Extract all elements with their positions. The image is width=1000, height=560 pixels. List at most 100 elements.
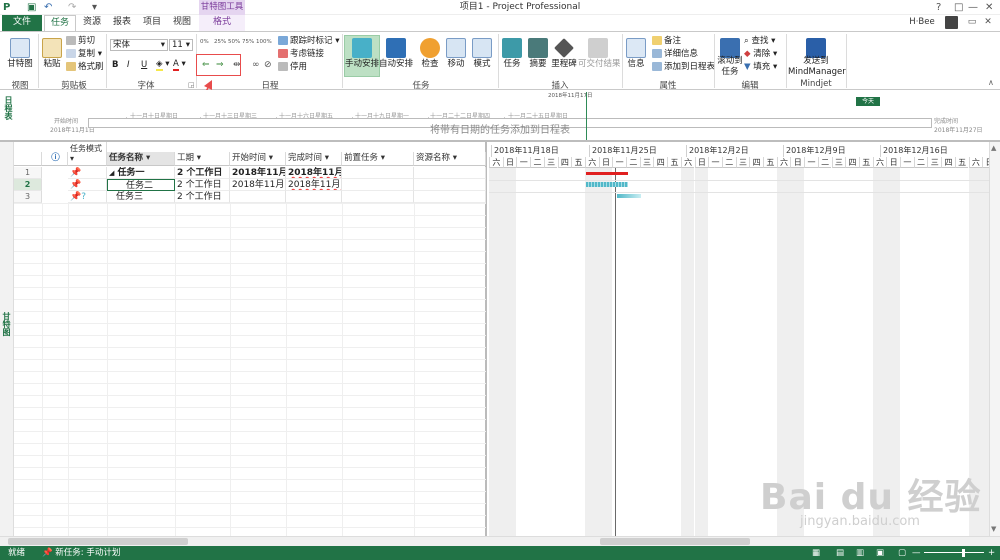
scroll-down-icon[interactable]: ▼: [991, 525, 996, 533]
tab-report[interactable]: 报表: [108, 15, 136, 31]
send-to-mindmanager-button[interactable]: 发送到 MindManager: [788, 56, 846, 78]
information-button[interactable]: 信息: [622, 59, 650, 70]
timeline-pane[interactable]: 日程表 开始时间 2018年11月1日 十一月十日星期日 十一月十三日星期三 十…: [0, 90, 1000, 142]
start-cell[interactable]: 2018年11月2: [230, 179, 286, 191]
scroll-up-icon[interactable]: ▲: [991, 144, 996, 152]
percent-50-button[interactable]: 50%: [228, 39, 240, 45]
percent-0-button[interactable]: 0%: [200, 39, 209, 45]
font-name-select[interactable]: 宋体 ▾: [110, 39, 168, 51]
row-number[interactable]: 2: [14, 179, 42, 191]
info-column-icon[interactable]: ⓘ: [42, 152, 68, 166]
finish-cell[interactable]: 2018年11月2(: [286, 179, 342, 191]
tab-file[interactable]: 文件: [2, 15, 42, 31]
insert-task-button[interactable]: 任务: [498, 59, 526, 70]
inspect-button[interactable]: 检查: [416, 59, 444, 70]
percent-100-button[interactable]: 100%: [256, 39, 272, 45]
team-planner-shortcut-icon[interactable]: ▥: [856, 546, 864, 560]
bold-button[interactable]: B: [112, 60, 118, 71]
percent-75-button[interactable]: 75%: [242, 39, 254, 45]
vertical-scrollbar[interactable]: ▲ ▼: [989, 142, 1000, 536]
cut-button[interactable]: 剪切: [66, 36, 95, 47]
task-bar-estimated[interactable]: [617, 194, 641, 198]
milestone-button[interactable]: 里程碑: [548, 59, 580, 70]
tab-resource[interactable]: 资源: [78, 15, 106, 31]
inactivate-button[interactable]: 停用: [278, 62, 307, 73]
avatar[interactable]: [945, 16, 958, 29]
predecessors-cell[interactable]: [342, 167, 414, 179]
duration-cell[interactable]: 2 个工作日: [175, 191, 230, 203]
clear-button[interactable]: ◆ 清除 ▾: [744, 49, 777, 60]
find-button[interactable]: ⌕ 查找 ▾: [744, 36, 775, 47]
finish-cell[interactable]: [286, 191, 342, 203]
font-size-select[interactable]: 11 ▾: [169, 39, 193, 51]
minimize-icon[interactable]: —: [968, 1, 978, 14]
gantt-chart-button[interactable]: 甘特图: [6, 59, 34, 70]
percent-25-button[interactable]: 25%: [214, 39, 226, 45]
manual-schedule-button[interactable]: 手动安排: [344, 59, 380, 70]
task-sheet[interactable]: 甘特图 ⓘ 任务模式 ▾ 任务名称 ▾ 工期 ▾ 开始时间 ▾ 完成时间 ▾ 前…: [0, 142, 487, 544]
task-name-cell[interactable]: 任务三: [107, 191, 175, 203]
unlink-tasks-icon[interactable]: ⊘: [264, 60, 272, 70]
gantt-view-shortcut-icon[interactable]: ▦: [812, 546, 820, 560]
resources-cell[interactable]: [414, 179, 486, 191]
new-task-mode[interactable]: 📌 新任务: 手动计划: [42, 546, 120, 560]
details-button[interactable]: 详细信息: [652, 49, 698, 60]
font-color-button[interactable]: A ▾: [173, 59, 186, 71]
italic-button[interactable]: I: [127, 60, 130, 71]
redo-icon[interactable]: ↷: [68, 1, 76, 14]
task-name-cell-selected[interactable]: 任务二: [107, 179, 175, 191]
resources-cell[interactable]: [414, 191, 486, 203]
save-icon[interactable]: ▣: [27, 1, 36, 14]
restore-icon[interactable]: ▭: [966, 15, 978, 31]
move-button[interactable]: 移动: [442, 59, 470, 70]
start-cell[interactable]: [230, 191, 286, 203]
mode-button[interactable]: 模式: [468, 59, 496, 70]
header-task-mode[interactable]: 任务模式 ▾: [68, 142, 107, 166]
summary-task-bar[interactable]: [586, 172, 628, 175]
close-doc-icon[interactable]: ✕: [982, 15, 994, 31]
header-duration[interactable]: 工期 ▾: [175, 152, 230, 166]
format-painter-button[interactable]: 格式刷: [66, 62, 104, 73]
zoom-in-icon[interactable]: +: [988, 546, 995, 560]
fill-button[interactable]: ▼ 填充 ▾: [744, 62, 777, 73]
grid-scroll-thumb[interactable]: [8, 538, 188, 545]
duration-cell[interactable]: 2 个工作日: [175, 179, 230, 191]
predecessors-cell[interactable]: [342, 179, 414, 191]
header-task-name[interactable]: 任务名称 ▾: [107, 152, 175, 166]
resource-sheet-shortcut-icon[interactable]: ▣: [876, 546, 884, 560]
start-cell[interactable]: 2018年11月: [230, 167, 286, 179]
gantt-scroll-thumb[interactable]: [600, 538, 750, 545]
zoom-slider[interactable]: [924, 552, 984, 553]
help-icon[interactable]: ?: [936, 1, 941, 14]
underline-button[interactable]: U: [141, 60, 147, 71]
collapse-ribbon-icon[interactable]: ∧: [988, 78, 994, 87]
undo-icon[interactable]: ↶: [44, 1, 52, 14]
select-all-corner[interactable]: [14, 152, 42, 166]
notes-button[interactable]: 备注: [652, 36, 681, 47]
ribbon-display-icon[interactable]: □: [954, 1, 963, 14]
paste-button[interactable]: 粘贴: [40, 59, 64, 70]
tab-project[interactable]: 项目: [138, 15, 166, 31]
task-bar[interactable]: [586, 182, 628, 187]
highlight-color-button[interactable]: ◈ ▾: [156, 59, 170, 71]
header-finish[interactable]: 完成时间 ▾: [286, 152, 342, 166]
finish-cell[interactable]: 2018年11月2: [286, 167, 342, 179]
task-name-cell[interactable]: ◢ 任务一: [107, 167, 175, 179]
tab-view[interactable]: 视图: [168, 15, 196, 31]
mark-on-track-button[interactable]: 跟踪时标记 ▾: [278, 36, 339, 47]
add-to-timeline-button[interactable]: 添加到日程表: [652, 62, 715, 73]
zoom-slider-thumb[interactable]: [962, 549, 965, 557]
zoom-out-icon[interactable]: —: [912, 546, 921, 560]
resources-cell[interactable]: [414, 167, 486, 179]
auto-schedule-button[interactable]: 自动安排: [378, 59, 414, 70]
customize-quick-access-icon[interactable]: ▾: [92, 1, 97, 14]
copy-button[interactable]: 复制 ▾: [66, 49, 102, 60]
deliverable-button[interactable]: 可交付结果: [578, 59, 621, 70]
collapse-triangle-icon[interactable]: ◢: [109, 169, 114, 177]
predecessors-cell[interactable]: [342, 191, 414, 203]
tab-format[interactable]: 格式: [199, 15, 245, 31]
respect-links-button[interactable]: 考虑链接: [278, 49, 324, 60]
header-predecessors[interactable]: 前置任务 ▾: [342, 152, 414, 166]
duration-cell[interactable]: 2 个工作日: [175, 167, 230, 179]
scroll-to-task-button[interactable]: 滚动到 任务: [714, 56, 746, 78]
